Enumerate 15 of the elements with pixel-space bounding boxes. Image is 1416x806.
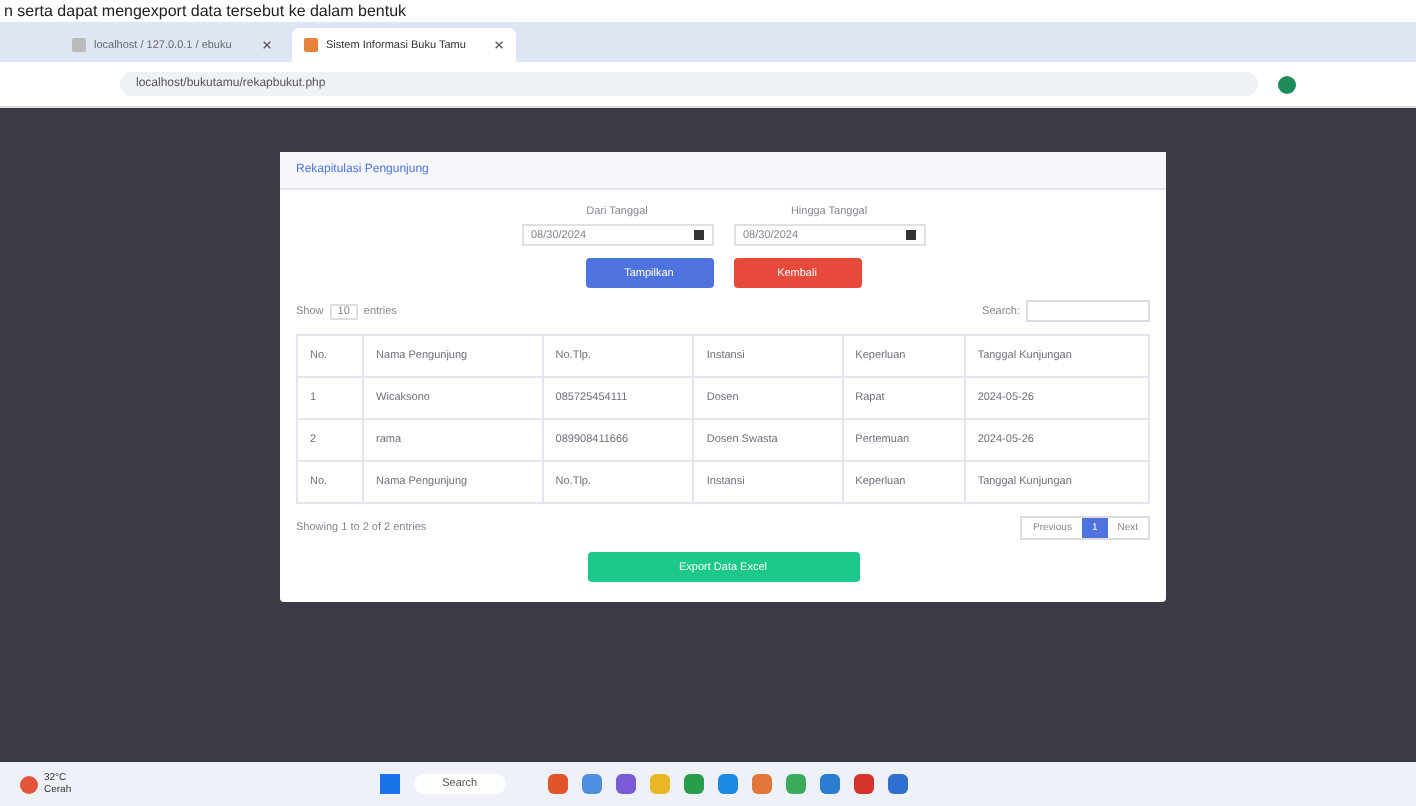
app-icon[interactable] bbox=[683, 774, 704, 794]
close-icon[interactable] bbox=[262, 40, 272, 50]
search-field[interactable] bbox=[1026, 300, 1150, 322]
app-icon[interactable] bbox=[785, 774, 806, 794]
app-icon[interactable] bbox=[581, 774, 602, 794]
app-icon[interactable] bbox=[819, 774, 840, 794]
app-icon[interactable] bbox=[717, 774, 738, 794]
app-icon[interactable] bbox=[853, 774, 874, 794]
caption-text: n serta dapat mengexport data tersebut ke dalam bentuk bbox=[4, 2, 407, 20]
app-icon[interactable] bbox=[751, 774, 772, 794]
app-icon[interactable] bbox=[887, 774, 908, 794]
app-icon[interactable] bbox=[615, 774, 636, 794]
profile-icon[interactable] bbox=[1278, 75, 1296, 93]
close-icon[interactable] bbox=[494, 40, 504, 50]
app-icon[interactable] bbox=[547, 774, 568, 794]
